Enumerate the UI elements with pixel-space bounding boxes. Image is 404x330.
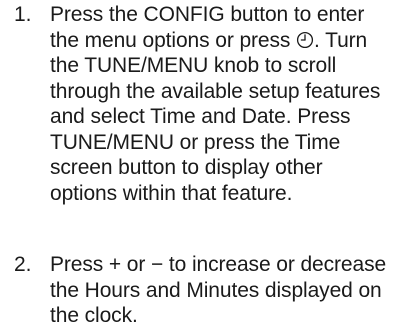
instruction-step: 2. Press + or − to increase or decrease … xyxy=(14,252,394,329)
manual-instructions: 1. Press the CONFIG button to enter the … xyxy=(0,0,404,330)
instruction-step: 1. Press the CONFIG button to enter the … xyxy=(14,2,394,206)
clock-icon xyxy=(296,31,314,49)
step-text: Press the CONFIG button to enter the men… xyxy=(50,2,394,206)
step-text: Press + or − to increase or decrease the… xyxy=(50,253,387,327)
step-number: 1. xyxy=(14,3,32,26)
step-number: 2. xyxy=(14,253,32,276)
step-text-after-icon: . Turn the TUNE/MENU knob to scroll thro… xyxy=(50,28,381,205)
